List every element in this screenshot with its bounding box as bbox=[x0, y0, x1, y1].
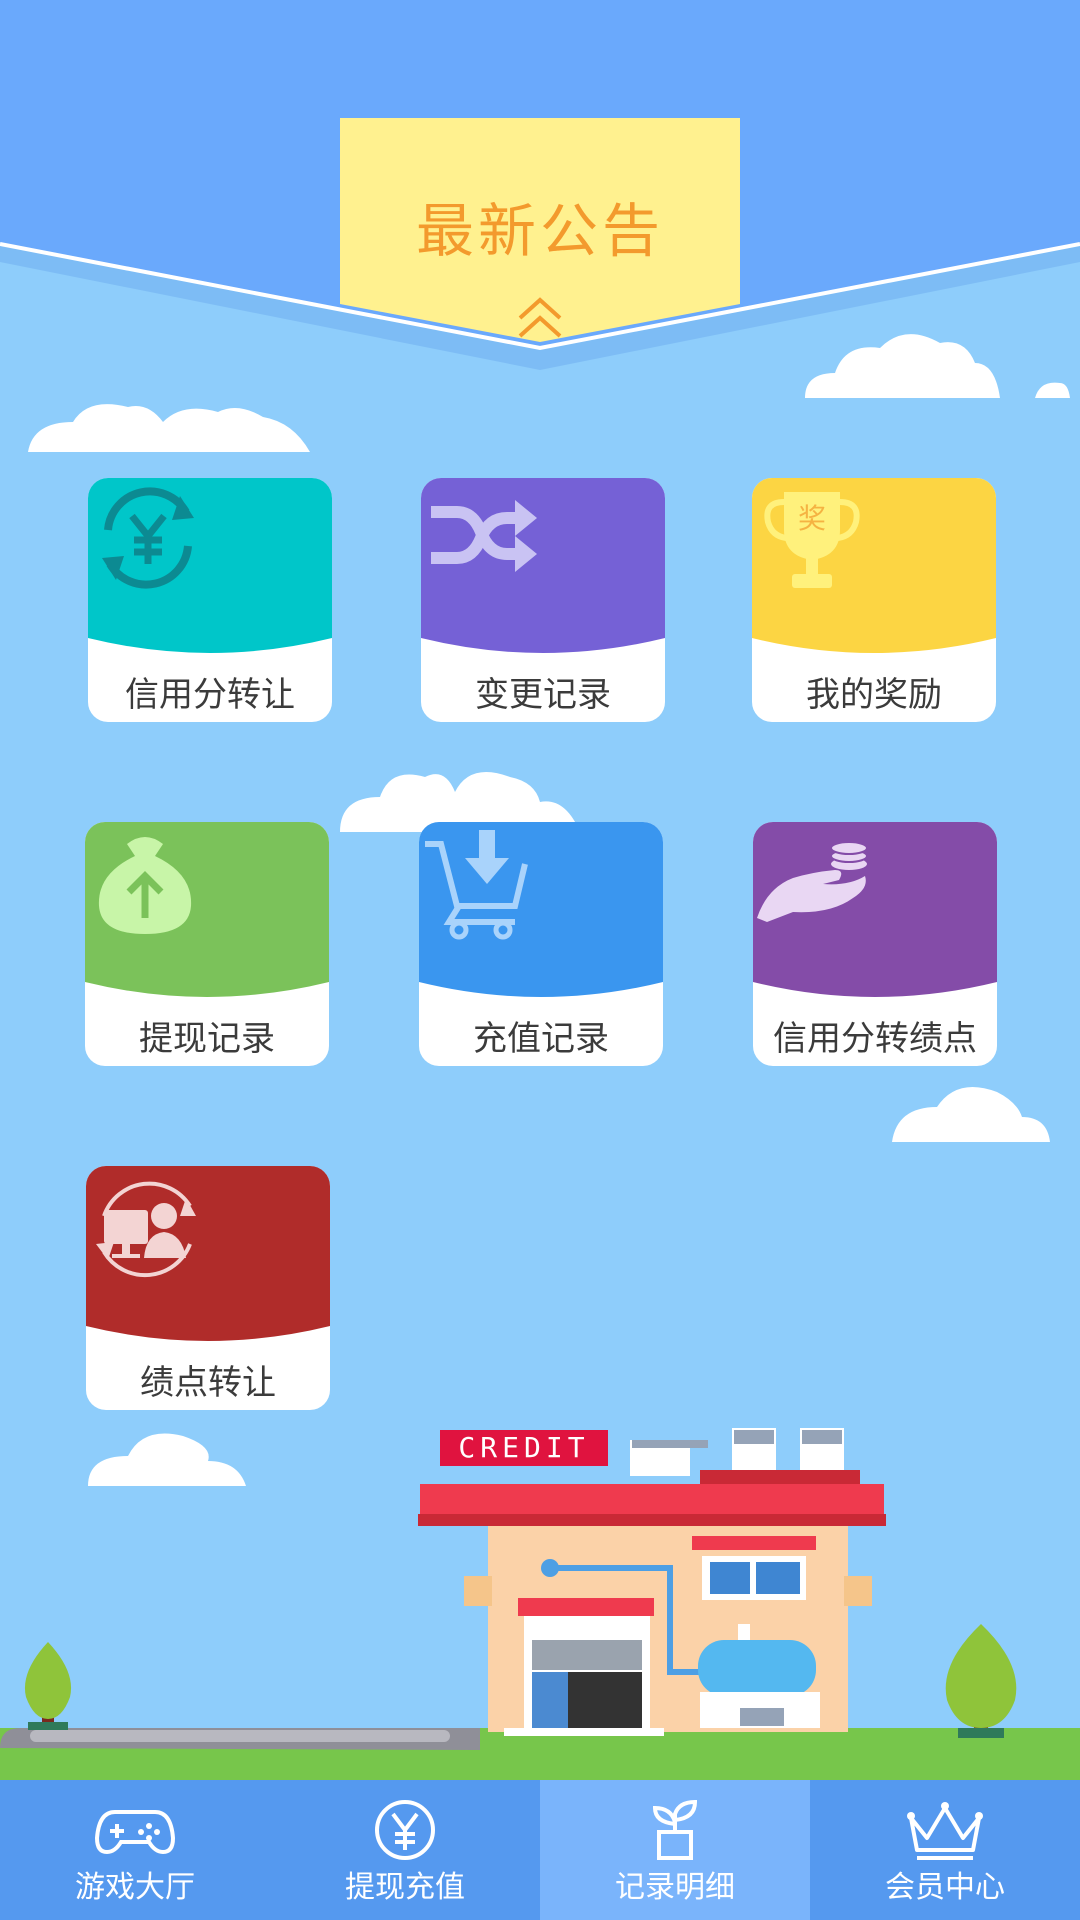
tile-header bbox=[88, 478, 332, 672]
yen-circle-icon bbox=[375, 1800, 435, 1860]
nav-label: 记录明细 bbox=[615, 1870, 735, 1905]
tile-credit-transfer[interactable]: 信用分转让 bbox=[88, 478, 332, 722]
tile-label: 我的奖励 bbox=[806, 675, 942, 715]
tile-header bbox=[419, 822, 663, 1016]
tile-my-rewards[interactable]: 奖 我的奖励 bbox=[752, 478, 996, 722]
tile-label: 变更记录 bbox=[475, 675, 611, 715]
tile-header bbox=[753, 822, 997, 1016]
notice-banner[interactable]: 最新公告 bbox=[340, 118, 740, 354]
money-bag-up-icon bbox=[98, 837, 192, 934]
trophy-icon: 奖 bbox=[764, 492, 860, 588]
sprout-pot-icon bbox=[652, 1799, 698, 1860]
nav-label: 提现充值 bbox=[345, 1870, 465, 1905]
crown-icon bbox=[907, 1802, 983, 1860]
gamepad-icon bbox=[95, 1810, 175, 1855]
yen-exchange-icon bbox=[102, 487, 194, 589]
nav-item-member-center[interactable]: 会员中心 bbox=[810, 1780, 1080, 1920]
shuffle-icon bbox=[431, 500, 537, 572]
nav-item-records[interactable]: 记录明细 bbox=[540, 1780, 810, 1920]
tile-label: 信用分转绩点 bbox=[773, 1019, 977, 1059]
notice-title: 最新公告 bbox=[415, 197, 664, 265]
nav-label: 游戏大厅 bbox=[75, 1870, 195, 1905]
tile-credit-to-points[interactable]: 信用分转绩点 bbox=[753, 822, 997, 1066]
computer-person-transfer-icon bbox=[96, 1181, 196, 1278]
tile-header: 奖 bbox=[752, 478, 996, 672]
trophy-text: 奖 bbox=[798, 502, 826, 535]
credit-sign: CREDIT bbox=[440, 1430, 608, 1466]
hand-coins-icon bbox=[757, 841, 868, 922]
tile-recharge-record[interactable]: 充值记录 bbox=[419, 822, 663, 1066]
cart-download-icon bbox=[425, 830, 528, 940]
nav-item-withdraw-recharge[interactable]: 提现充值 bbox=[270, 1780, 540, 1920]
tile-label: 绩点转让 bbox=[140, 1363, 276, 1403]
tile-label: 充值记录 bbox=[473, 1019, 609, 1059]
tile-header bbox=[421, 478, 665, 672]
double-chevron-up-icon[interactable] bbox=[516, 294, 564, 342]
tile-change-record[interactable]: 变更记录 bbox=[421, 478, 665, 722]
tile-label: 提现记录 bbox=[139, 1019, 275, 1059]
tile-header bbox=[85, 822, 329, 1016]
nav-label: 会员中心 bbox=[885, 1870, 1005, 1905]
tile-label: 信用分转让 bbox=[125, 675, 295, 715]
nav-item-game-hall[interactable]: 游戏大厅 bbox=[0, 1780, 270, 1920]
tile-points-transfer[interactable]: 绩点转让 bbox=[86, 1166, 330, 1410]
tile-header bbox=[86, 1166, 330, 1360]
bottom-nav: 游戏大厅 提现充值 记录明细 会员中心 bbox=[0, 1780, 1080, 1920]
tile-withdraw-record[interactable]: 提现记录 bbox=[85, 822, 329, 1066]
